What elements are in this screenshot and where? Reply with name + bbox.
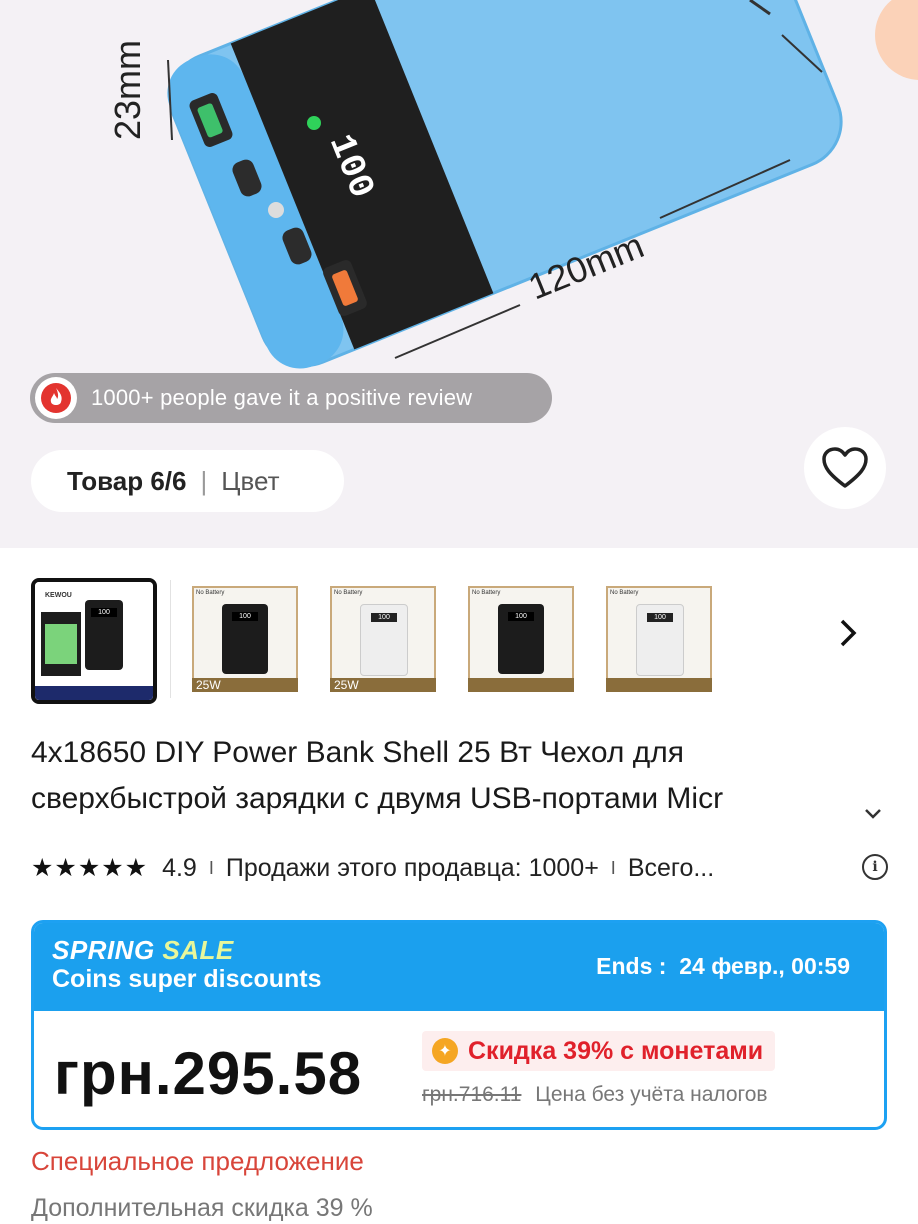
total-sales-text: Всего...	[627, 853, 715, 882]
tax-note: Цена без учёта налогов	[535, 1083, 768, 1106]
thumbnail-3[interactable]: No Battery 100 25W	[324, 580, 442, 698]
counter-separator: |	[200, 465, 208, 496]
thumbnail-screen: 100	[91, 608, 117, 617]
thumbnail-device: 100	[85, 600, 123, 670]
rating-score: 4.9	[162, 853, 197, 882]
product-image-gallery[interactable]: 100 23mm 120mm 1000+ people gave it a po…	[0, 0, 918, 548]
info-icon[interactable]: i	[862, 854, 888, 880]
coin-icon: ✦	[432, 1038, 458, 1064]
image-counter-value: Товар 6/6	[67, 465, 187, 496]
thumbnail-screen: 100	[371, 613, 397, 622]
product-title-line-2: сверхбыстрой зарядки с двумя USB-портами…	[31, 782, 724, 815]
special-offer-label[interactable]: Специальное предложение	[31, 1146, 364, 1177]
product-title-line-1: 4x18650 DIY Power Bank Shell 25 Вт Чехол…	[31, 736, 684, 769]
thumbnail-badge: 25W	[194, 678, 223, 692]
chevron-right-icon[interactable]	[838, 618, 858, 657]
rating-separator-2: I	[610, 857, 616, 878]
thumbnail-1[interactable]: KEWOU 100	[31, 578, 157, 704]
image-counter[interactable]: Товар 6/6 | Цвет	[31, 450, 344, 512]
thumbnail-device: 100	[636, 604, 684, 676]
thumbnail-2[interactable]: No Battery 100 25W	[186, 580, 304, 698]
extra-discount-label: Дополнительная скидка 39 %	[31, 1194, 373, 1222]
wishlist-button[interactable]	[804, 427, 886, 509]
thumbnail-strip: KEWOU 100 No Battery 100 25W No Battery …	[0, 570, 918, 710]
coin-discount-text: Скидка 39% с монетами	[468, 1036, 764, 1065]
sale-title-word2: SALE	[162, 935, 234, 965]
thumbnail-screen: 100	[508, 612, 534, 621]
price-card: SPRING SALE Coins super discounts Ends :…	[31, 920, 887, 1130]
thumbnail-tag: No Battery	[472, 590, 501, 596]
ends-label: Ends :	[596, 953, 667, 979]
thumbnail-badge: 25W	[332, 678, 361, 692]
old-price-row: грн.716.11 Цена без учёта налогов	[422, 1083, 768, 1107]
thumbnail-strip-bar	[468, 678, 574, 692]
thumbnail-screen: 100	[647, 613, 673, 622]
sale-banner: SPRING SALE Coins super discounts Ends :…	[34, 923, 884, 1011]
thumbnail-5[interactable]: No Battery 100	[600, 580, 718, 698]
coin-discount-badge[interactable]: ✦ Скидка 39% с монетами	[422, 1031, 776, 1071]
thumbnail-footer	[35, 686, 153, 700]
star-rating-icons: ★★★★★	[31, 854, 149, 882]
thumbnail-device: 100	[498, 604, 544, 674]
thumbnail-tag: No Battery	[334, 590, 363, 596]
review-badge: 1000+ people gave it a positive review	[30, 373, 552, 423]
ends-value: 24 февр., 00:59	[679, 953, 850, 979]
old-price: грн.716.11	[422, 1083, 522, 1106]
sale-title-word1: SPRING	[52, 935, 155, 965]
thumbnail-strip-bar	[606, 678, 712, 692]
current-price: грн.295.58	[54, 1040, 363, 1107]
rating-separator: I	[208, 857, 214, 878]
color-selector-label[interactable]: Цвет	[221, 466, 279, 497]
seller-sales-text: Продажи этого продавца: 1000+	[225, 853, 599, 882]
thumbnail-device: 100	[222, 604, 268, 674]
thumbnail-screen: 100	[232, 612, 258, 621]
thumbnail-tag: No Battery	[610, 590, 639, 596]
thumbnail-cells	[45, 624, 77, 664]
chevron-down-icon[interactable]	[863, 792, 883, 838]
thumbnail-divider	[170, 580, 171, 698]
thumbnail-4[interactable]: No Battery 100	[462, 580, 580, 698]
thumbnail-device: 100	[360, 604, 408, 676]
sale-title: SPRING SALE	[52, 935, 234, 966]
review-text: 1000+ people gave it a positive review	[91, 385, 473, 410]
rating-row[interactable]: ★★★★★ 4.9 I Продажи этого продавца: 1000…	[31, 850, 714, 886]
thumbnail-tag: No Battery	[196, 590, 225, 596]
product-title: 4x18650 DIY Power Bank Shell 25 Вт Чехол…	[31, 730, 881, 822]
thumbnail-brand: KEWOU	[45, 592, 72, 599]
coins-subtitle: Coins super discounts	[52, 965, 322, 993]
sale-countdown: Ends : 24 февр., 00:59	[596, 953, 850, 980]
heart-icon	[822, 447, 868, 488]
dimension-height-label: 23mm	[107, 40, 148, 140]
fire-icon	[35, 377, 77, 419]
